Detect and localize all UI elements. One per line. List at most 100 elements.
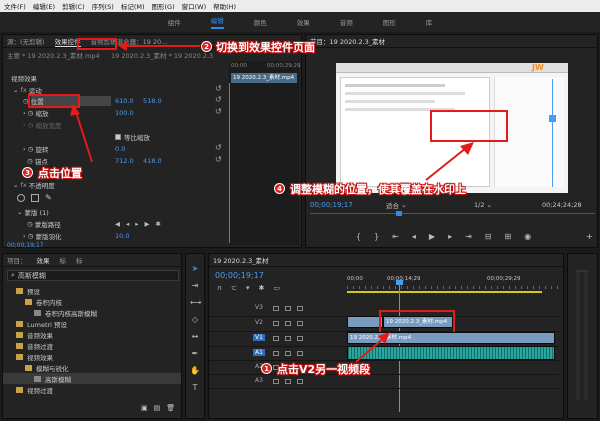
uniform-scale-row[interactable]: 等比缩放	[115, 132, 150, 142]
lock-icon[interactable]	[273, 336, 279, 341]
menu-item[interactable]: 剪辑(C)	[62, 1, 85, 11]
lock-icon[interactable]	[273, 321, 279, 326]
effects-tree-item[interactable]: 音频过渡	[3, 340, 181, 351]
position-x[interactable]: 610.0	[115, 96, 134, 106]
work-area-bar[interactable]	[347, 291, 542, 293]
eye-icon[interactable]	[297, 336, 303, 341]
stopwatch-icon[interactable]: ◷	[28, 109, 34, 117]
ripple-edit-icon[interactable]: ⟷	[190, 298, 201, 308]
add-button-icon[interactable]: +	[586, 232, 593, 241]
captions-icon[interactable]: ▭	[273, 284, 280, 292]
panel-tab[interactable]: 项目：	[7, 255, 27, 265]
lock-icon[interactable]	[273, 379, 279, 384]
chevron-down-icon[interactable]: ⌄	[17, 208, 22, 216]
workspace-tab[interactable]: 库	[426, 17, 433, 27]
add-marker-icon[interactable]: ▾	[246, 284, 250, 292]
reset-icon[interactable]: ↺	[215, 143, 222, 152]
track-select-icon[interactable]: ⇥	[190, 281, 200, 291]
chevron-right-icon[interactable]: ›	[23, 145, 26, 153]
program-scrubber[interactable]	[310, 213, 595, 214]
menu-item[interactable]: 图形(G)	[152, 1, 175, 11]
linked-selection-icon[interactable]: ⊂	[231, 284, 237, 292]
menu-item[interactable]: 编辑(E)	[33, 1, 55, 11]
chevron-right-icon[interactable]: ›	[23, 109, 26, 117]
chevron-right-icon[interactable]: ›	[23, 232, 26, 240]
mark-out-icon[interactable]: }	[374, 232, 379, 241]
mute-icon[interactable]	[285, 379, 291, 384]
go-to-out-icon[interactable]: ⇥	[465, 232, 472, 241]
chevron-down-icon[interactable]: ⌄	[13, 181, 18, 189]
effects-tree-item[interactable]: 预设	[3, 285, 181, 296]
mask-handle[interactable]	[549, 115, 556, 122]
effects-tree-item[interactable]: 卷积内核	[3, 296, 181, 307]
mark-in-icon[interactable]: {	[356, 232, 361, 241]
timeline-timecode[interactable]: 00;00;19;17	[215, 270, 264, 280]
tab-sequence[interactable]: 19 2020.2.3_素材	[213, 255, 269, 265]
stopwatch-icon[interactable]: ◷	[28, 145, 34, 153]
wrench-icon[interactable]: ✱	[156, 220, 161, 228]
stopwatch-icon[interactable]: ◷	[27, 157, 33, 165]
effects-search-field[interactable]: ⌕ 高斯模糊	[7, 270, 179, 281]
workspace-tab[interactable]: 音频	[340, 17, 353, 27]
program-timecode[interactable]: 00;00;19;17	[310, 200, 353, 210]
eye-icon[interactable]	[297, 306, 303, 311]
type-tool-icon[interactable]: T	[190, 383, 200, 393]
opacity-row[interactable]: ⌄ fx 不透明度	[13, 180, 55, 190]
v2-clip-left[interactable]	[347, 316, 383, 328]
tab-source[interactable]: 源：(无剪辑)	[7, 36, 45, 46]
scale-value[interactable]: 100.0	[115, 108, 134, 118]
export-frame-icon[interactable]: ◉	[524, 232, 531, 241]
solo-icon[interactable]	[297, 351, 303, 356]
new-bin-icon[interactable]: ▣	[141, 404, 148, 412]
solo-icon[interactable]	[297, 379, 303, 384]
rotation-row[interactable]: › ◷ 旋转	[23, 144, 48, 154]
effects-tree-item[interactable]: 音频效果	[3, 329, 181, 340]
extract-icon[interactable]: ⊞	[504, 232, 511, 241]
track-back-icon[interactable]: ◀	[115, 220, 120, 228]
snap-icon[interactable]: ∩	[217, 284, 222, 292]
workspace-tab[interactable]: 效果	[297, 17, 310, 27]
track-id[interactable]: A3	[253, 377, 265, 384]
playhead-head[interactable]	[396, 280, 403, 285]
effects-tree-item[interactable]: 视频效果	[3, 351, 181, 362]
menu-item[interactable]: 窗口(W)	[182, 1, 207, 11]
selection-tool-icon[interactable]: ➤	[190, 264, 200, 274]
ec-tl-clip[interactable]: 19 2020.2.3_素材.mp4	[231, 73, 297, 83]
workspace-tab[interactable]: 编辑	[210, 15, 224, 29]
tab-program[interactable]: 节目：19 2020.2.3_素材	[310, 36, 385, 46]
track-id[interactable]: V2	[253, 319, 265, 326]
pen-mask-icon[interactable]: ✎	[45, 193, 52, 202]
sync-icon[interactable]	[285, 306, 291, 311]
mask-path-row[interactable]: ◷ 蒙版路径	[23, 219, 61, 229]
timeline-settings-icon[interactable]: ✱	[259, 284, 265, 292]
workspace-tab[interactable]: 组件	[168, 17, 181, 27]
track-id[interactable]: V3	[253, 304, 265, 311]
track-header[interactable]: A3	[209, 375, 559, 389]
panel-tab[interactable]: 标	[60, 255, 67, 265]
eye-icon[interactable]	[297, 321, 303, 326]
track-id[interactable]: A1	[253, 349, 265, 356]
menu-item[interactable]: 帮助(H)	[213, 1, 236, 11]
new-item-icon[interactable]: ▤	[154, 404, 161, 412]
sync-icon[interactable]	[285, 321, 291, 326]
effects-tree-item[interactable]: 高斯模糊	[3, 373, 181, 384]
mute-icon[interactable]	[285, 351, 291, 356]
lock-icon[interactable]	[273, 351, 279, 356]
stopwatch-icon[interactable]: ◷	[27, 220, 33, 228]
razor-tool-icon[interactable]: ◇	[190, 315, 200, 325]
effects-tree-item[interactable]: Lumetri 预设	[3, 318, 181, 329]
hand-tool-icon[interactable]: ✋	[190, 366, 200, 376]
stopwatch-icon[interactable]: ◷	[28, 232, 34, 240]
lock-icon[interactable]	[273, 306, 279, 311]
go-to-in-icon[interactable]: ⇤	[392, 232, 399, 241]
reset-icon[interactable]: ↺	[215, 107, 222, 116]
ellipse-mask-icon[interactable]	[17, 193, 25, 202]
step-back-icon[interactable]: ◂	[412, 232, 416, 241]
menu-item[interactable]: 序列(S)	[92, 1, 114, 11]
track-forward-icon[interactable]: ▶	[145, 220, 150, 228]
rect-mask-icon[interactable]	[31, 193, 39, 202]
program-playhead[interactable]	[396, 211, 402, 216]
anchor-x[interactable]: 712.0	[115, 156, 134, 166]
workspace-tab[interactable]: 颜色	[254, 17, 267, 27]
pen-tool-icon[interactable]: ✒	[190, 349, 200, 359]
